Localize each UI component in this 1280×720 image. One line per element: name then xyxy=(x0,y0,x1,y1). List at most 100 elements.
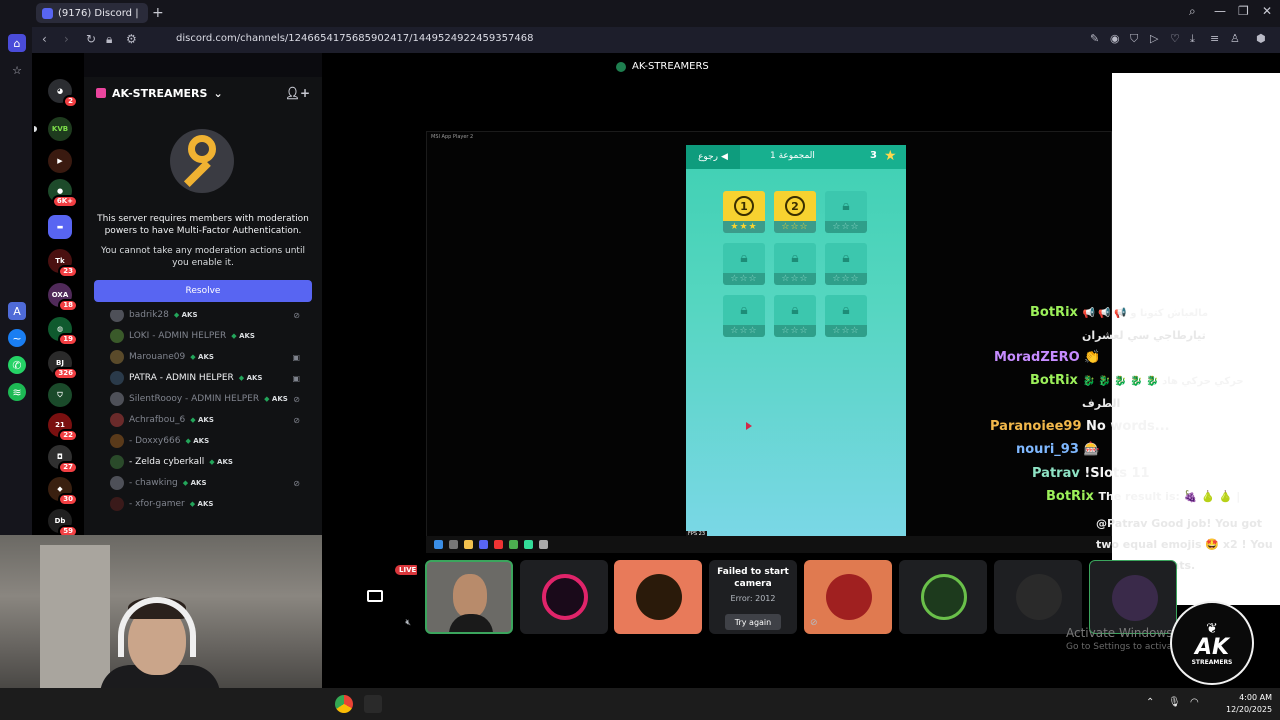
server-bj[interactable]: BJ 326 xyxy=(48,351,78,380)
member-row[interactable]: SilentRoooy - ADMIN HELPERAKS⊘ xyxy=(110,390,310,408)
play-icon[interactable]: ▷ xyxy=(1150,32,1158,45)
app-icon xyxy=(494,540,503,549)
mfa-notice: This server requires members with modera… xyxy=(84,109,322,309)
invite-icon[interactable]: 👤︎+ xyxy=(285,86,310,100)
whatsapp-icon[interactable]: ✆ xyxy=(8,356,26,374)
star-icon[interactable]: ☆ xyxy=(8,61,26,79)
server-dobu[interactable]: Db 59 xyxy=(48,509,78,538)
level-stars: ☆☆☆ xyxy=(723,325,765,337)
back-icon[interactable]: ‹ xyxy=(42,32,47,46)
member-row[interactable]: - Doxxy666AKS xyxy=(110,432,310,450)
member-row[interactable]: Achrafbou_6AKS⊘ xyxy=(110,411,310,429)
server-tk[interactable]: Tk 23 xyxy=(48,249,78,278)
participant-tile[interactable] xyxy=(994,560,1082,634)
search-icon[interactable]: ⌕ xyxy=(1189,4,1196,19)
discord-home-icon[interactable]: ◕ 2 xyxy=(48,79,78,108)
extension-icon[interactable]: ⬢ xyxy=(1256,32,1266,45)
server-21[interactable]: 21 22 xyxy=(48,413,78,442)
server-folder[interactable]: ▬ xyxy=(48,215,72,239)
try-again-button[interactable]: Try again xyxy=(725,614,781,630)
reload-icon[interactable]: ↻ xyxy=(86,32,96,46)
level-tile-locked[interactable]: 🔒︎ ☆☆☆ xyxy=(825,295,867,337)
resolve-button[interactable]: Resolve xyxy=(94,280,312,302)
forward-icon[interactable]: › xyxy=(64,32,69,46)
level-tile-locked[interactable]: 🔒︎ ☆☆☆ xyxy=(825,191,867,233)
speaker-mute-icon[interactable]: 🔇︎ xyxy=(405,618,411,628)
lock-icon: 🔒︎ xyxy=(723,295,765,325)
level-tile-locked[interactable]: 🔒︎ ☆☆☆ xyxy=(774,295,816,337)
server-brown[interactable]: ◆ 30 xyxy=(48,477,78,506)
server-oxa[interactable]: OXA 18 xyxy=(48,283,78,312)
avatar xyxy=(110,392,124,406)
member-row[interactable]: LOKI - ADMIN HELPERAKS xyxy=(110,327,310,345)
server-name: AK-STREAMERS xyxy=(112,86,208,100)
member-row[interactable]: - xfor-gamerAKS xyxy=(110,495,310,513)
site-info-icon[interactable]: ⚙ xyxy=(126,32,137,46)
menu-icon[interactable]: ≡ xyxy=(1210,32,1219,45)
profile-icon[interactable]: ♙ xyxy=(1230,32,1240,45)
discord-favicon-icon xyxy=(42,7,53,19)
chevron-up-icon[interactable]: ⌃ xyxy=(1146,697,1154,708)
search-icon xyxy=(449,540,458,549)
level-stars: ☆☆☆ xyxy=(825,325,867,337)
edit-icon[interactable]: ✎ xyxy=(1090,32,1099,45)
participant-tile[interactable]: ⊘ xyxy=(804,560,892,634)
server-kvb[interactable]: KVB xyxy=(48,117,72,141)
url-input[interactable]: discord.com/channels/1246654175685902417… xyxy=(176,33,533,44)
participant-tile[interactable] xyxy=(614,560,702,634)
tab-discord[interactable]: (9176) Discord | xyxy=(36,3,148,23)
member-row[interactable]: - chawkingAKS⊘ xyxy=(110,474,310,492)
member-row[interactable]: Marouane09AKS▣ xyxy=(110,348,310,366)
game-window[interactable]: رجوع ◀ المجموعة 1 3 ★ 1 ★★★ 2 ☆☆☆ 🔒︎ ☆☆☆ 🔒︎ ☆☆☆… xyxy=(686,145,906,537)
participant-tile-camera[interactable] xyxy=(425,560,513,634)
participant-tile[interactable] xyxy=(1089,560,1177,634)
messenger-icon[interactable]: ~ xyxy=(8,329,26,347)
heart-icon[interactable]: ♡ xyxy=(1170,32,1180,45)
participant-tile-stream[interactable]: LIVE 🔇︎ xyxy=(329,560,417,634)
new-tab-button[interactable]: + xyxy=(152,5,164,21)
download-icon[interactable]: ⤓ xyxy=(1190,32,1195,46)
shield-icon[interactable]: ⛉ xyxy=(1130,32,1138,46)
avatar xyxy=(110,329,124,343)
level-tile[interactable]: 1 ★★★ xyxy=(723,191,765,233)
server-header[interactable]: AK-STREAMERS ⌄ 👤︎+ xyxy=(84,77,322,109)
game-back-button[interactable]: رجوع ◀ xyxy=(686,145,740,169)
avatar xyxy=(542,574,588,620)
camera-error-code: Error: 2012 xyxy=(730,594,776,603)
server-green[interactable]: ◍ 19 xyxy=(48,317,78,346)
level-tile[interactable]: 2 ☆☆☆ xyxy=(774,191,816,233)
camera-icon: ▣ xyxy=(292,373,300,383)
member-row[interactable]: PATRA - ADMIN HELPERAKS▣ xyxy=(110,369,310,387)
server-play[interactable]: ▶ xyxy=(48,149,72,173)
home-icon[interactable]: ⌂ xyxy=(8,34,26,52)
level-tile-locked[interactable]: 🔒︎ ☆☆☆ xyxy=(723,243,765,285)
member-row[interactable]: - Zelda cyberkallAKS xyxy=(110,453,310,471)
participant-tile[interactable] xyxy=(520,560,608,634)
server-shield[interactable]: ⛉ xyxy=(48,383,72,407)
camera-icon[interactable]: ◉ xyxy=(1110,32,1120,45)
wifi-icon[interactable]: ◠ xyxy=(1190,697,1199,708)
member-row[interactable]: badrik28AKS⊘ xyxy=(110,310,310,324)
level-tile-locked[interactable]: 🔒︎ ☆☆☆ xyxy=(774,243,816,285)
lock-icon: 🔒︎ xyxy=(106,32,113,46)
aria-icon[interactable]: A xyxy=(8,302,26,320)
server-group[interactable]: ● 6K+ xyxy=(48,179,78,208)
taskbar-clock[interactable]: 4:00 AM 12/20/2025 xyxy=(1226,692,1272,716)
maximize-button[interactable]: ❐ xyxy=(1238,4,1249,18)
chrome-icon[interactable] xyxy=(335,695,353,713)
participant-tile[interactable] xyxy=(899,560,987,634)
minimize-button[interactable]: — xyxy=(1214,4,1226,18)
level-tile-locked[interactable]: 🔒︎ ☆☆☆ xyxy=(825,243,867,285)
spotify-icon[interactable]: ≋ xyxy=(8,383,26,401)
screen-share[interactable]: MSI App Player 2 رجوع ◀ المجموعة 1 3 ★ 1… xyxy=(426,131,1112,541)
chat-line: Patrav !Slots 11 xyxy=(1032,466,1150,481)
mic-icon[interactable]: 🎙︎ xyxy=(1168,697,1181,708)
level-stars: ☆☆☆ xyxy=(825,221,867,233)
server-gray[interactable]: ◘ 27 xyxy=(48,445,78,474)
level-tile-locked[interactable]: 🔒︎ ☆☆☆ xyxy=(723,295,765,337)
epic-games-icon[interactable] xyxy=(364,695,382,713)
close-button[interactable]: ✕ xyxy=(1262,4,1272,18)
server-rail: ◕ 2 KVB ▶ ● 6K+ ▬ Tk 23 OXA 18 ◍ 19 BJ 326 ⛉ 2… xyxy=(32,53,84,538)
camera-failed-title: Failed to start camera xyxy=(717,567,789,589)
windows-icon xyxy=(434,540,443,549)
